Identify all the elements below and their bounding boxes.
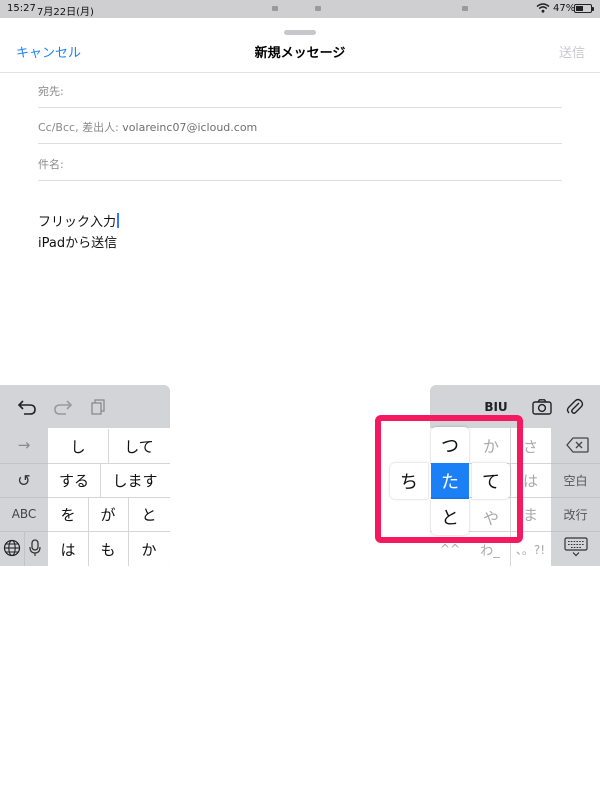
divider [128,498,129,531]
candidate-item[interactable]: します [100,464,170,497]
divider [88,532,89,566]
return-key[interactable]: 改行 [551,498,600,531]
status-indicator [315,6,321,11]
candidate-item[interactable]: は [48,532,88,566]
flick-left-key[interactable]: ち [390,463,428,499]
divider [88,498,89,531]
candidate-item[interactable]: し [48,429,108,463]
globe-icon[interactable] [3,539,21,557]
candidate-item[interactable]: する [48,464,100,497]
attachment-icon[interactable] [566,397,584,417]
to-label: 宛先: [38,85,64,98]
redo-icon[interactable] [52,398,74,416]
page-title: 新規メッセージ [254,46,346,61]
wifi-icon [536,3,550,13]
sheet-grabber[interactable] [284,30,316,35]
divider [551,463,600,464]
divider [128,532,129,566]
candidate-item[interactable]: と [128,498,170,531]
candidate-item[interactable]: か [128,532,170,566]
flick-popup: つ か ち た て と や [390,427,511,535]
divider [108,429,109,463]
candidate-item[interactable]: も [88,532,128,566]
reverse-flick-key[interactable]: ↺ [0,463,48,497]
divider [24,531,25,566]
format-text-button[interactable]: BIU [482,397,510,417]
flick-center-key[interactable]: た [431,463,469,499]
battery-percent: 47% [553,3,576,14]
divider [551,497,600,498]
send-button[interactable]: 送信 [559,42,585,61]
candidate-item[interactable]: して [108,429,170,463]
flick-up-key[interactable]: つ [431,427,469,463]
abc-key[interactable]: ABC [0,497,48,531]
camera-icon[interactable] [531,398,553,416]
divider [0,463,48,464]
flick-right-key[interactable]: て [472,463,510,499]
divider [0,497,48,498]
subject-field[interactable]: 件名: [38,145,562,181]
subject-label: 件名: [38,158,64,171]
undo-icon[interactable] [16,398,38,416]
message-body[interactable]: フリック入力 iPadから送信 [38,212,120,254]
flick-ya-key[interactable]: や [472,499,510,535]
divider [100,464,101,497]
cc-bcc-field[interactable]: Cc/Bcc, 差出人: volareinc07@icloud.com [38,108,562,144]
body-line-1: フリック入力 [38,215,117,230]
candidate-item[interactable]: を [48,498,88,531]
next-candidate-key[interactable]: → [0,428,48,462]
flick-ka-key[interactable]: か [472,427,510,463]
paste-icon[interactable] [90,398,108,416]
microphone-icon[interactable] [28,539,42,557]
status-indicator [462,6,468,11]
from-address: volareinc07@icloud.com [122,121,258,134]
keyboard-dismiss-icon[interactable] [564,537,588,557]
body-line-2: iPadから送信 [38,236,118,251]
divider [551,531,600,532]
status-indicator [272,6,278,11]
status-date: 7月22日(月) [37,7,94,18]
battery-icon [574,4,594,13]
text-cursor [117,213,120,228]
status-bar: 15:27 7月22日(月) 47% [0,0,600,18]
delete-icon[interactable] [566,436,590,454]
cc-label: Cc/Bcc, 差出人: [38,121,119,134]
flick-down-key[interactable]: と [431,499,469,535]
to-field[interactable]: 宛先: [38,72,562,108]
status-time: 15:27 [7,3,36,14]
candidate-item[interactable]: が [88,498,128,531]
space-key[interactable]: 空白 [551,464,600,497]
keyboard-left-half: → ↺ ABC し して する します を が と は も か [0,385,170,566]
